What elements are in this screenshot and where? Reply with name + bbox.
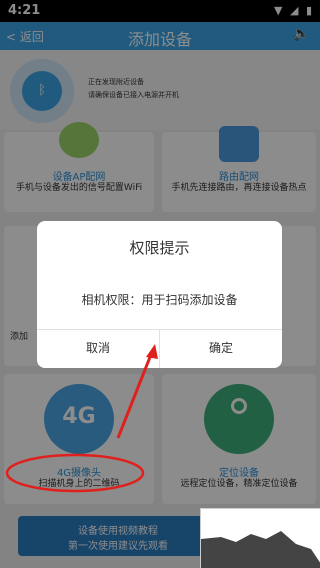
dialog-title: 权限提示 bbox=[129, 239, 190, 257]
thumbnail-chart-icon bbox=[201, 531, 320, 568]
permission-dialog: 权限提示 相机权限：用于扫码添加设备 取消 确定 bbox=[37, 221, 282, 368]
dialog-message: 相机权限：用于扫码添加设备 bbox=[81, 293, 238, 307]
cancel-button[interactable]: 取消 bbox=[37, 329, 159, 368]
confirm-button[interactable]: 确定 bbox=[160, 329, 282, 368]
floating-thumbnail[interactable] bbox=[200, 508, 320, 568]
